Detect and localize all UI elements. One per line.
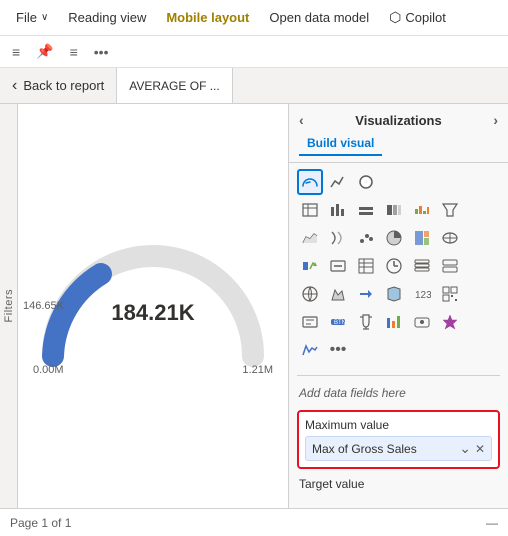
viz-panel: ‹ Visualizations › Build visual bbox=[288, 104, 508, 508]
gauge-viz-icon[interactable] bbox=[297, 169, 323, 195]
layout-icon[interactable]: ≡ bbox=[66, 42, 82, 62]
number-icon[interactable]: 123 bbox=[409, 281, 435, 307]
kpi-icon[interactable] bbox=[297, 253, 323, 279]
page-info: Page 1 of 1 bbox=[10, 516, 71, 530]
filters-sidebar[interactable]: Filters bbox=[0, 104, 18, 508]
ribbon-chart-icon[interactable] bbox=[325, 225, 351, 251]
viz-nav-left[interactable]: ‹ bbox=[299, 112, 304, 128]
viz-title: Visualizations bbox=[355, 113, 441, 128]
qr-icon[interactable] bbox=[437, 281, 463, 307]
add-data-label: Add data fields here bbox=[289, 380, 508, 406]
target-value-label: Target value bbox=[289, 473, 508, 493]
text-box-icon[interactable] bbox=[297, 309, 323, 335]
filled-map-icon[interactable] bbox=[381, 281, 407, 307]
custom-viz-icon[interactable] bbox=[409, 309, 435, 335]
active-tab[interactable]: AVERAGE OF ... bbox=[117, 68, 232, 103]
viz-icon-row-6: ••• bbox=[297, 337, 500, 363]
gauge-value: 184.21K bbox=[111, 300, 194, 326]
pill-controls: ✕ bbox=[459, 440, 485, 457]
menu-file[interactable]: File ∨ bbox=[8, 6, 56, 29]
svg-text:BTN: BTN bbox=[334, 320, 346, 326]
toolbar: ≡ 📌 ≡ ••• bbox=[0, 36, 508, 68]
stacked-bar-icon[interactable] bbox=[381, 197, 407, 223]
maximum-value-label: Maximum value bbox=[305, 418, 492, 432]
max-gross-sales-pill[interactable]: Max of Gross Sales ✕ bbox=[305, 436, 492, 461]
clock-icon[interactable] bbox=[381, 253, 407, 279]
button-icon[interactable]: BTN bbox=[325, 309, 351, 335]
maximum-value-section: Maximum value Max of Gross Sales ✕ bbox=[297, 410, 500, 469]
pin-icon[interactable]: 📌 bbox=[32, 41, 57, 62]
pill-dropdown-btn[interactable] bbox=[459, 440, 471, 457]
table-icon[interactable] bbox=[297, 197, 323, 223]
menu-reading-view[interactable]: Reading view bbox=[60, 6, 154, 29]
gauge-side-label: 146.65K bbox=[23, 300, 64, 312]
back-chevron-icon bbox=[12, 77, 17, 95]
viz-icon-row-4: 123 bbox=[297, 281, 500, 307]
tab-bar: Back to report AVERAGE OF ... bbox=[0, 68, 508, 104]
menu-bar: File ∨ Reading view Mobile layout Open d… bbox=[0, 0, 508, 36]
scatter-plot-icon[interactable] bbox=[353, 225, 379, 251]
viz-icon-row-5: BTN bbox=[297, 309, 500, 335]
gauge-min: 0.00M bbox=[33, 364, 64, 376]
more-viz-icon[interactable]: ••• bbox=[325, 337, 351, 363]
copilot-icon: ⬡ bbox=[389, 9, 401, 26]
status-divider: — bbox=[486, 516, 498, 530]
funnel-icon[interactable] bbox=[437, 197, 463, 223]
treemap-icon[interactable] bbox=[409, 225, 435, 251]
viz-nav-right[interactable]: › bbox=[493, 112, 498, 128]
globe-icon[interactable] bbox=[297, 281, 323, 307]
menu-mobile-layout[interactable]: Mobile layout bbox=[158, 6, 257, 29]
shape-map-icon[interactable] bbox=[325, 281, 351, 307]
matrix-icon[interactable] bbox=[353, 253, 379, 279]
svg-text:123: 123 bbox=[415, 290, 431, 301]
waterfall-icon[interactable] bbox=[409, 197, 435, 223]
arrow-icon[interactable] bbox=[353, 281, 379, 307]
viz-icons-section: 123 BTN bbox=[289, 163, 508, 371]
menu-open-data-model[interactable]: Open data model bbox=[261, 6, 377, 29]
card-icon[interactable] bbox=[325, 253, 351, 279]
separator bbox=[297, 375, 500, 376]
canvas-area: 146.65K 184.21K 0.00M 1.21M bbox=[18, 104, 288, 508]
donut-chart-icon[interactable] bbox=[353, 169, 379, 195]
gauge-max: 1.21M bbox=[242, 364, 273, 376]
menu-copilot[interactable]: ⬡ Copilot bbox=[381, 5, 454, 30]
area-chart-icon[interactable] bbox=[297, 225, 323, 251]
bar-chart-icon[interactable] bbox=[325, 197, 351, 223]
hamburger-icon[interactable]: ≡ bbox=[8, 42, 24, 62]
main-area: Filters 146.65K 184.21K 0.00M 1.21M ‹ Vi… bbox=[0, 104, 508, 508]
trophy-icon[interactable] bbox=[353, 309, 379, 335]
viz-icon-row-3 bbox=[297, 253, 500, 279]
viz-icon-row-2 bbox=[297, 225, 500, 251]
pie-chart-icon[interactable] bbox=[381, 225, 407, 251]
file-arrow-icon: ∨ bbox=[41, 12, 48, 23]
viz-header: ‹ Visualizations › bbox=[289, 104, 508, 132]
viz-icon-row-1 bbox=[297, 197, 500, 223]
status-bar: Page 1 of 1 — bbox=[0, 508, 508, 536]
more-options-icon[interactable]: ••• bbox=[90, 42, 113, 62]
bar-chart2-icon[interactable] bbox=[381, 309, 407, 335]
viz-tabs: Build visual bbox=[289, 132, 508, 163]
pill-remove-btn[interactable]: ✕ bbox=[475, 442, 485, 456]
map-icon[interactable] bbox=[437, 225, 463, 251]
column-chart-icon[interactable] bbox=[353, 197, 379, 223]
ai-icon[interactable] bbox=[297, 337, 323, 363]
slicer-icon[interactable] bbox=[409, 253, 435, 279]
back-to-report-tab[interactable]: Back to report bbox=[0, 68, 117, 103]
gauge-chart: 146.65K 184.21K 0.00M 1.21M bbox=[33, 236, 273, 376]
line-chart-icon[interactable] bbox=[325, 169, 351, 195]
multi-row-card-icon[interactable] bbox=[437, 253, 463, 279]
star-icon[interactable] bbox=[437, 309, 463, 335]
tab-build-visual[interactable]: Build visual bbox=[299, 132, 382, 156]
viz-icon-row-top bbox=[297, 169, 500, 195]
